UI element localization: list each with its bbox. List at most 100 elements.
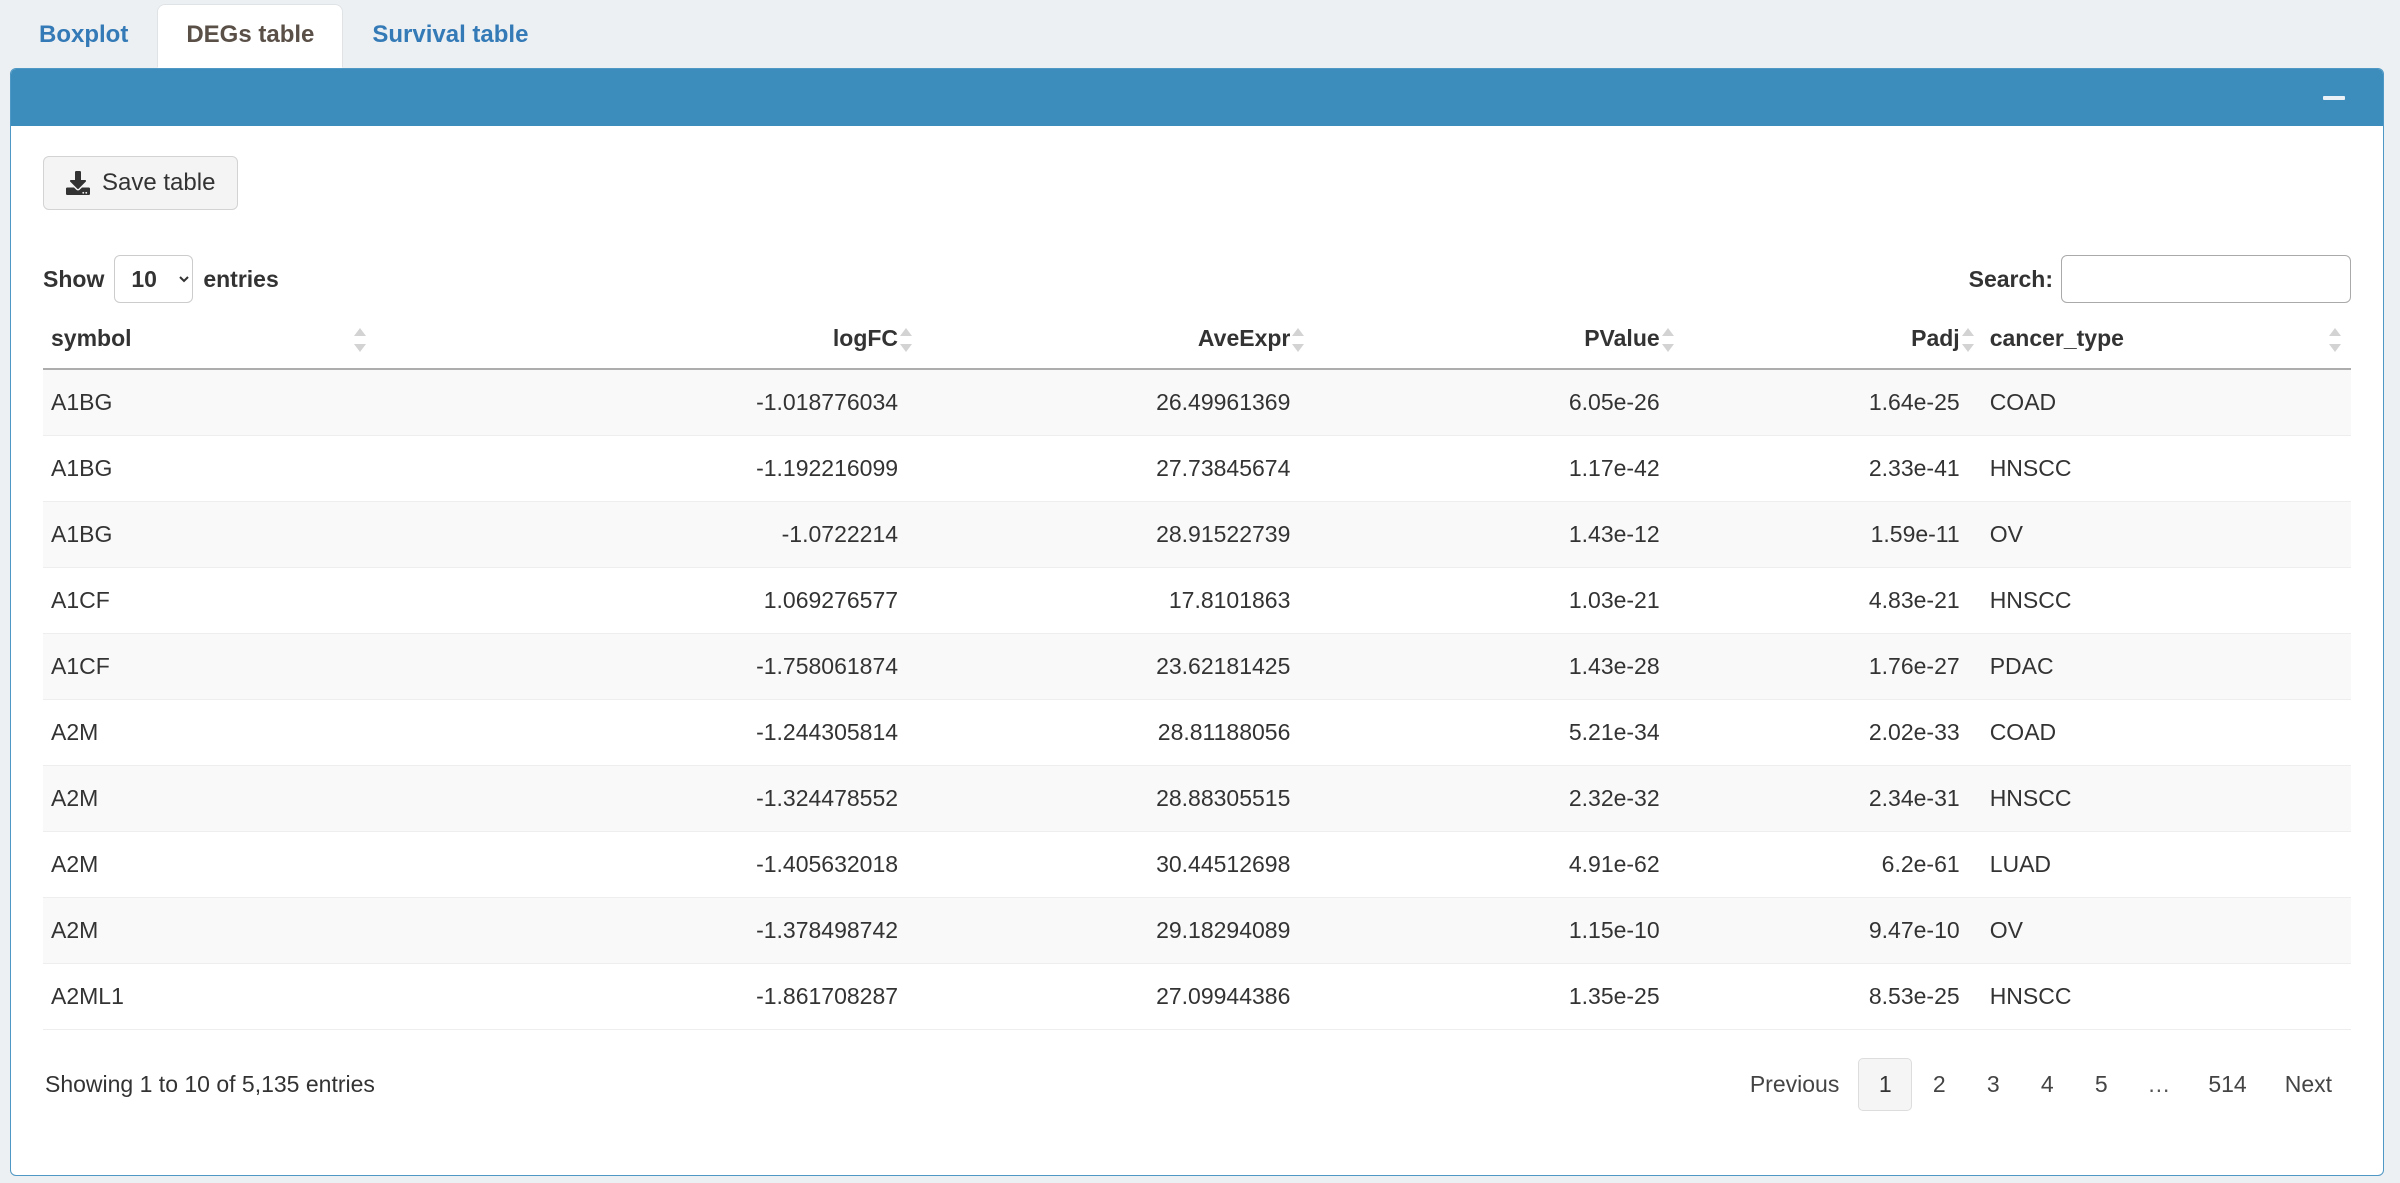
cell-cancer_type: LUAD [1981, 831, 2351, 898]
cell-PValue: 1.43e-28 [1312, 633, 1682, 700]
column-header-aveexpr-label: AveExpr [1197, 325, 1291, 351]
cell-symbol: A1BG [43, 501, 528, 568]
table-row: A2M -1.378498742 29.18294089 1.15e-10 9.47e-… [43, 897, 2351, 964]
degs-table-panel: Save table Show 10 25 50 100 entries Sea… [10, 68, 2384, 1176]
cell-PValue: 1.03e-21 [1312, 567, 1682, 634]
cell-symbol: A2M [43, 831, 528, 898]
cell-Padj: 4.83e-21 [1681, 567, 1982, 634]
table-row: A1BG -1.018776034 26.49961369 6.05e-26 1.64e… [43, 369, 2351, 436]
column-header-aveexpr[interactable]: AveExpr [920, 311, 1313, 370]
pagination-page-3[interactable]: 3 [1966, 1058, 2020, 1111]
cell-AveExpr: 23.62181425 [920, 633, 1313, 700]
tab-survival-table[interactable]: Survival table [343, 4, 557, 68]
cell-logFC: 1.069276577 [527, 567, 921, 634]
minus-icon-bar [2323, 95, 2345, 100]
column-header-cancer-type-label: cancer_type [1989, 325, 2124, 351]
table-footer: Showing 1 to 10 of 5,135 entries Previou… [43, 1030, 2351, 1131]
cell-logFC: -1.861708287 [527, 963, 921, 1030]
cell-logFC: -1.244305814 [527, 699, 921, 766]
table-row: A2M -1.324478552 28.88305515 2.32e-32 2.34e-… [43, 765, 2351, 832]
column-header-padj-label: Padj [1911, 325, 1960, 351]
cell-Padj: 9.47e-10 [1681, 897, 1982, 964]
cell-Padj: 2.02e-33 [1681, 699, 1982, 766]
entries-label: entries [203, 265, 279, 292]
cell-PValue: 1.35e-25 [1312, 963, 1682, 1030]
table-body: A1BG -1.018776034 26.49961369 6.05e-26 1.64e… [43, 369, 2351, 1030]
cell-logFC: -1.192216099 [527, 435, 921, 502]
table-row: A2M -1.405632018 30.44512698 4.91e-62 6.2e-6… [43, 831, 2351, 898]
cell-symbol: A2M [43, 699, 528, 766]
table-row: A2ML1 -1.861708287 27.09944386 1.35e-25 8.53… [43, 963, 2351, 1030]
column-header-logfc[interactable]: logFC [527, 311, 921, 370]
cell-PValue: 2.32e-32 [1312, 765, 1682, 832]
pagination-page-4[interactable]: 4 [2020, 1058, 2074, 1111]
pagination-page-5[interactable]: 5 [2074, 1058, 2128, 1111]
cell-cancer_type: COAD [1981, 699, 2351, 766]
panel-heading [11, 69, 2383, 126]
minus-icon[interactable] [2317, 81, 2351, 115]
page-length-control: Show 10 25 50 100 entries [43, 255, 279, 303]
table-row: A1CF 1.069276577 17.8101863 1.03e-21 4.83e-2… [43, 567, 2351, 634]
table-row: A1CF -1.758061874 23.62181425 1.43e-28 1.76e… [43, 633, 2351, 700]
table-info: Showing 1 to 10 of 5,135 entries [45, 1071, 375, 1097]
sort-arrows-icon [1661, 328, 1676, 352]
page-length-select[interactable]: 10 25 50 100 [114, 255, 194, 303]
cell-symbol: A2ML1 [43, 963, 528, 1030]
column-header-padj[interactable]: Padj [1681, 311, 1982, 370]
column-header-logfc-label: logFC [832, 325, 899, 351]
cell-PValue: 1.15e-10 [1312, 897, 1682, 964]
tab-bar: Boxplot DEGs table Survival table [0, 0, 2400, 68]
pagination-ellipsis: … [2128, 1058, 2189, 1111]
cell-Padj: 1.76e-27 [1681, 633, 1982, 700]
cell-PValue: 1.17e-42 [1312, 435, 1682, 502]
cell-logFC: -1.758061874 [527, 633, 921, 700]
pagination: Previous 1 2 3 4 5… 514 Next [1731, 1058, 2351, 1111]
search-input[interactable] [2061, 255, 2351, 303]
pagination-previous[interactable]: Previous [1731, 1058, 1858, 1111]
cell-logFC: -1.0722214 [527, 501, 921, 568]
cell-Padj: 2.33e-41 [1681, 435, 1982, 502]
pagination-page-1[interactable]: 1 [1858, 1058, 1913, 1111]
table-row: A2M -1.244305814 28.81188056 5.21e-34 2.02e-… [43, 699, 2351, 766]
cell-cancer_type: COAD [1981, 369, 2351, 436]
degs-data-table: symbol logFC AveExpr PValue Padj cancer_… [43, 311, 2351, 1030]
column-header-symbol[interactable]: symbol [43, 311, 528, 370]
cell-Padj: 2.34e-31 [1681, 765, 1982, 832]
cell-symbol: A1BG [43, 369, 528, 436]
cell-PValue: 4.91e-62 [1312, 831, 1682, 898]
cell-cancer_type: PDAC [1981, 633, 2351, 700]
cell-AveExpr: 26.49961369 [920, 369, 1313, 436]
table-head: symbol logFC AveExpr PValue Padj cancer_… [43, 311, 2351, 370]
panel-body: Save table Show 10 25 50 100 entries Sea… [11, 126, 2383, 1131]
cell-cancer_type: HNSCC [1981, 567, 2351, 634]
cell-symbol: A1BG [43, 435, 528, 502]
cell-symbol: A1CF [43, 633, 528, 700]
cell-cancer_type: OV [1981, 501, 2351, 568]
pagination-next[interactable]: Next [2266, 1058, 2351, 1111]
cell-cancer_type: HNSCC [1981, 435, 2351, 502]
pagination-page-2[interactable]: 2 [1912, 1058, 1966, 1111]
table-row: A1BG -1.192216099 27.73845674 1.17e-42 2.33e… [43, 435, 2351, 502]
search-label: Search: [1968, 265, 2053, 292]
cell-AveExpr: 17.8101863 [920, 567, 1313, 634]
column-header-cancer-type[interactable]: cancer_type [1981, 311, 2351, 370]
search-control: Search: [1969, 255, 2351, 303]
table-controls: Show 10 25 50 100 entries Search: [43, 255, 2351, 303]
cell-AveExpr: 30.44512698 [920, 831, 1313, 898]
cell-logFC: -1.018776034 [527, 369, 921, 436]
save-table-button[interactable]: Save table [43, 156, 239, 210]
sort-arrows-icon [2329, 328, 2343, 352]
cell-AveExpr: 27.09944386 [920, 963, 1313, 1030]
cell-symbol: A2M [43, 897, 528, 964]
tab-degs-table[interactable]: DEGs table [157, 4, 344, 68]
pagination-page-514[interactable]: 514 [2189, 1058, 2265, 1111]
column-header-pvalue[interactable]: PValue [1312, 311, 1682, 370]
cell-Padj: 1.64e-25 [1681, 369, 1982, 436]
cell-AveExpr: 28.88305515 [920, 765, 1313, 832]
tab-boxplot[interactable]: Boxplot [10, 4, 157, 68]
sort-arrows-icon [353, 328, 368, 352]
cell-PValue: 6.05e-26 [1312, 369, 1682, 436]
cell-logFC: -1.405632018 [527, 831, 921, 898]
cell-symbol: A2M [43, 765, 528, 832]
column-header-pvalue-label: PValue [1584, 325, 1660, 351]
